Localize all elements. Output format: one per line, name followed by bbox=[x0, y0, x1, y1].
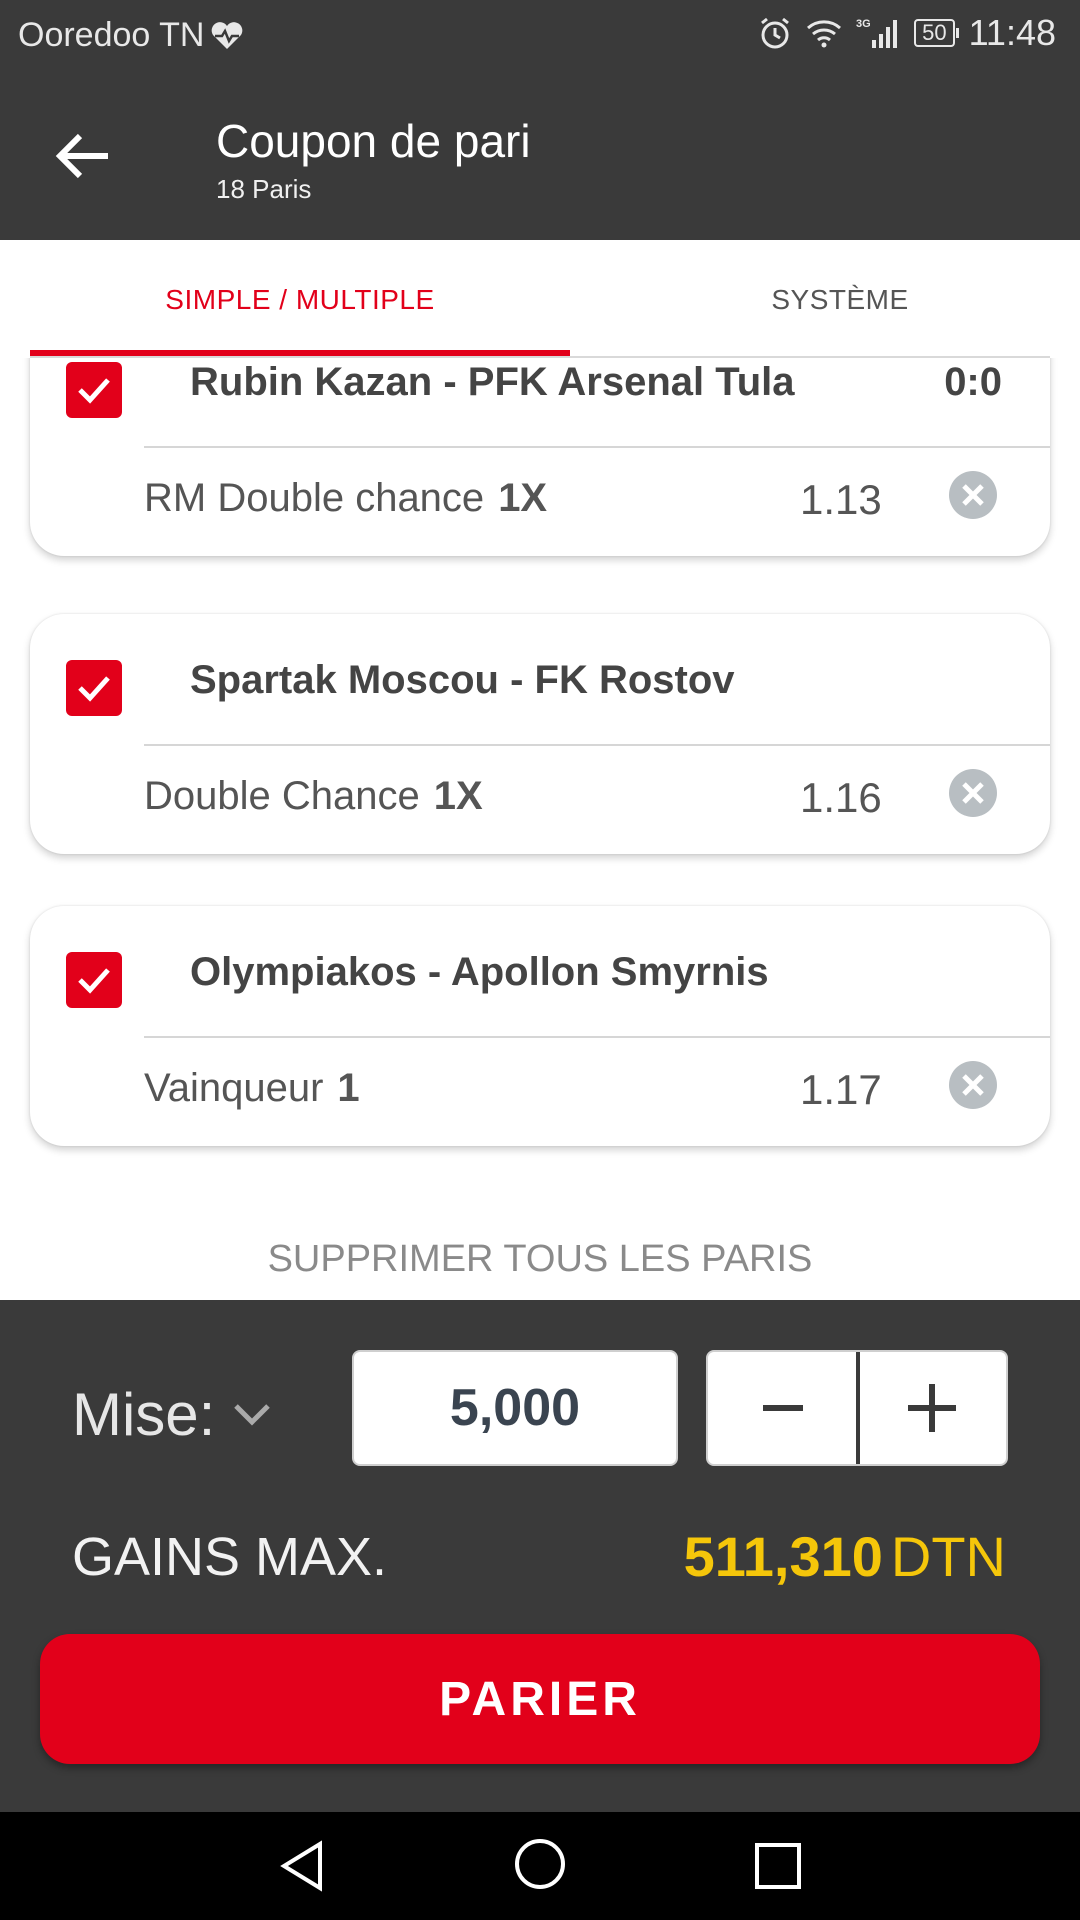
checkmark-icon bbox=[78, 378, 110, 404]
close-circle-icon bbox=[949, 769, 997, 817]
checkmark-icon bbox=[78, 968, 110, 994]
clear-all-bets-button[interactable]: SUPPRIMER TOUS LES PARIS bbox=[0, 1238, 1080, 1281]
market-selection: 1X bbox=[433, 774, 483, 818]
app-toolbar: Coupon de pari 18 Paris bbox=[0, 72, 1080, 240]
match-name: Spartak Moscou - FK Rostov bbox=[190, 658, 735, 702]
remove-bet-button[interactable] bbox=[948, 768, 998, 818]
back-button[interactable] bbox=[52, 124, 116, 188]
status-icons: 3G 50 11:48 bbox=[758, 12, 1056, 54]
match-score: 0:0 bbox=[944, 360, 1002, 404]
bet-odds: 1.16 bbox=[800, 774, 882, 821]
tab-simple-multiple[interactable]: SIMPLE / MULTIPLE bbox=[30, 284, 570, 316]
market-name: RM Double chance bbox=[144, 476, 485, 520]
bet-odds: 1.17 bbox=[800, 1066, 882, 1113]
match-name: Olympiakos - Apollon Smyrnis bbox=[190, 950, 769, 994]
card-separator bbox=[144, 1036, 1050, 1038]
chevron-down-icon[interactable] bbox=[232, 1400, 272, 1430]
plus-icon bbox=[907, 1384, 956, 1432]
checkmark-icon bbox=[78, 676, 110, 702]
bet-checkbox[interactable] bbox=[66, 660, 122, 716]
wifi-icon bbox=[807, 20, 842, 48]
market-name: Vainqueur bbox=[144, 1066, 324, 1110]
carrier: Ooredoo TN bbox=[18, 16, 244, 55]
card-separator bbox=[144, 446, 1050, 448]
card-separator bbox=[144, 744, 1050, 746]
signal-3g-icon: 3G bbox=[856, 18, 898, 48]
bet-card: Rubin Kazan - PFK Arsenal Tula 0:0 RM Do… bbox=[30, 358, 1050, 556]
status-bar: Ooredoo TN 3G 50 11:48 bbox=[0, 0, 1080, 72]
remove-bet-button[interactable] bbox=[948, 470, 998, 520]
max-gains-amount: 511,310 bbox=[683, 1525, 883, 1588]
stake-panel: Mise: GAINS MAX. 511,310DTN PARIER bbox=[0, 1300, 1080, 1812]
page-title: Coupon de pari bbox=[216, 115, 531, 167]
heart-health-icon bbox=[212, 21, 243, 49]
minus-icon bbox=[762, 1405, 803, 1411]
bet-market: Double Chance 1X bbox=[144, 774, 483, 819]
stake-input[interactable] bbox=[352, 1350, 678, 1466]
max-gains-value: 511,310 DTN bbox=[684, 1524, 1006, 1589]
market-name: Double Chance bbox=[144, 774, 420, 818]
market-selection: 1 bbox=[337, 1066, 360, 1110]
bet-checkbox[interactable] bbox=[66, 362, 122, 418]
arrow-left-icon bbox=[55, 133, 108, 179]
battery-indicator: 50 bbox=[914, 19, 960, 47]
place-bet-button[interactable]: PARIER bbox=[40, 1634, 1040, 1764]
bet-market: RM Double chance 1X bbox=[144, 476, 547, 521]
tab-systeme[interactable]: SYSTÈME bbox=[570, 284, 1080, 316]
close-circle-icon bbox=[949, 471, 997, 519]
page-subtitle: 18 Paris bbox=[216, 174, 312, 204]
bet-list[interactable]: Rubin Kazan - PFK Arsenal Tula 0:0 RM Do… bbox=[0, 358, 1080, 1188]
status-time: 11:48 bbox=[968, 12, 1056, 53]
nav-back-icon[interactable] bbox=[276, 1838, 332, 1894]
remove-bet-button[interactable] bbox=[948, 1060, 998, 1110]
alarm-icon bbox=[761, 17, 790, 49]
market-selection: 1X bbox=[498, 476, 548, 520]
bet-market: Vainqueur 1 bbox=[144, 1066, 360, 1111]
increase-stake-button[interactable] bbox=[857, 1352, 1006, 1464]
max-gains-label: GAINS MAX. bbox=[72, 1527, 388, 1587]
carrier-name: Ooredoo TN bbox=[18, 16, 205, 54]
bet-card: Spartak Moscou - FK Rostov Double Chance… bbox=[30, 614, 1050, 854]
nav-home-icon[interactable] bbox=[512, 1836, 568, 1892]
stake-label[interactable]: Mise: bbox=[72, 1380, 215, 1449]
stake-stepper bbox=[706, 1350, 1008, 1466]
bet-odds: 1.13 bbox=[800, 476, 882, 523]
close-circle-icon bbox=[949, 1061, 997, 1109]
tab-bar: SIMPLE / MULTIPLE SYSTÈME bbox=[0, 240, 1080, 356]
bet-card: Olympiakos - Apollon Smyrnis Vainqueur 1 … bbox=[30, 906, 1050, 1146]
nav-recent-apps-icon[interactable] bbox=[752, 1840, 804, 1892]
bet-checkbox[interactable] bbox=[66, 952, 122, 1008]
svg-text:3G: 3G bbox=[856, 18, 871, 30]
max-gains-currency: DTN bbox=[890, 1525, 1006, 1588]
system-nav-bar bbox=[0, 1812, 1080, 1920]
decrease-stake-button[interactable] bbox=[708, 1352, 857, 1464]
match-name: Rubin Kazan - PFK Arsenal Tula bbox=[190, 360, 795, 404]
